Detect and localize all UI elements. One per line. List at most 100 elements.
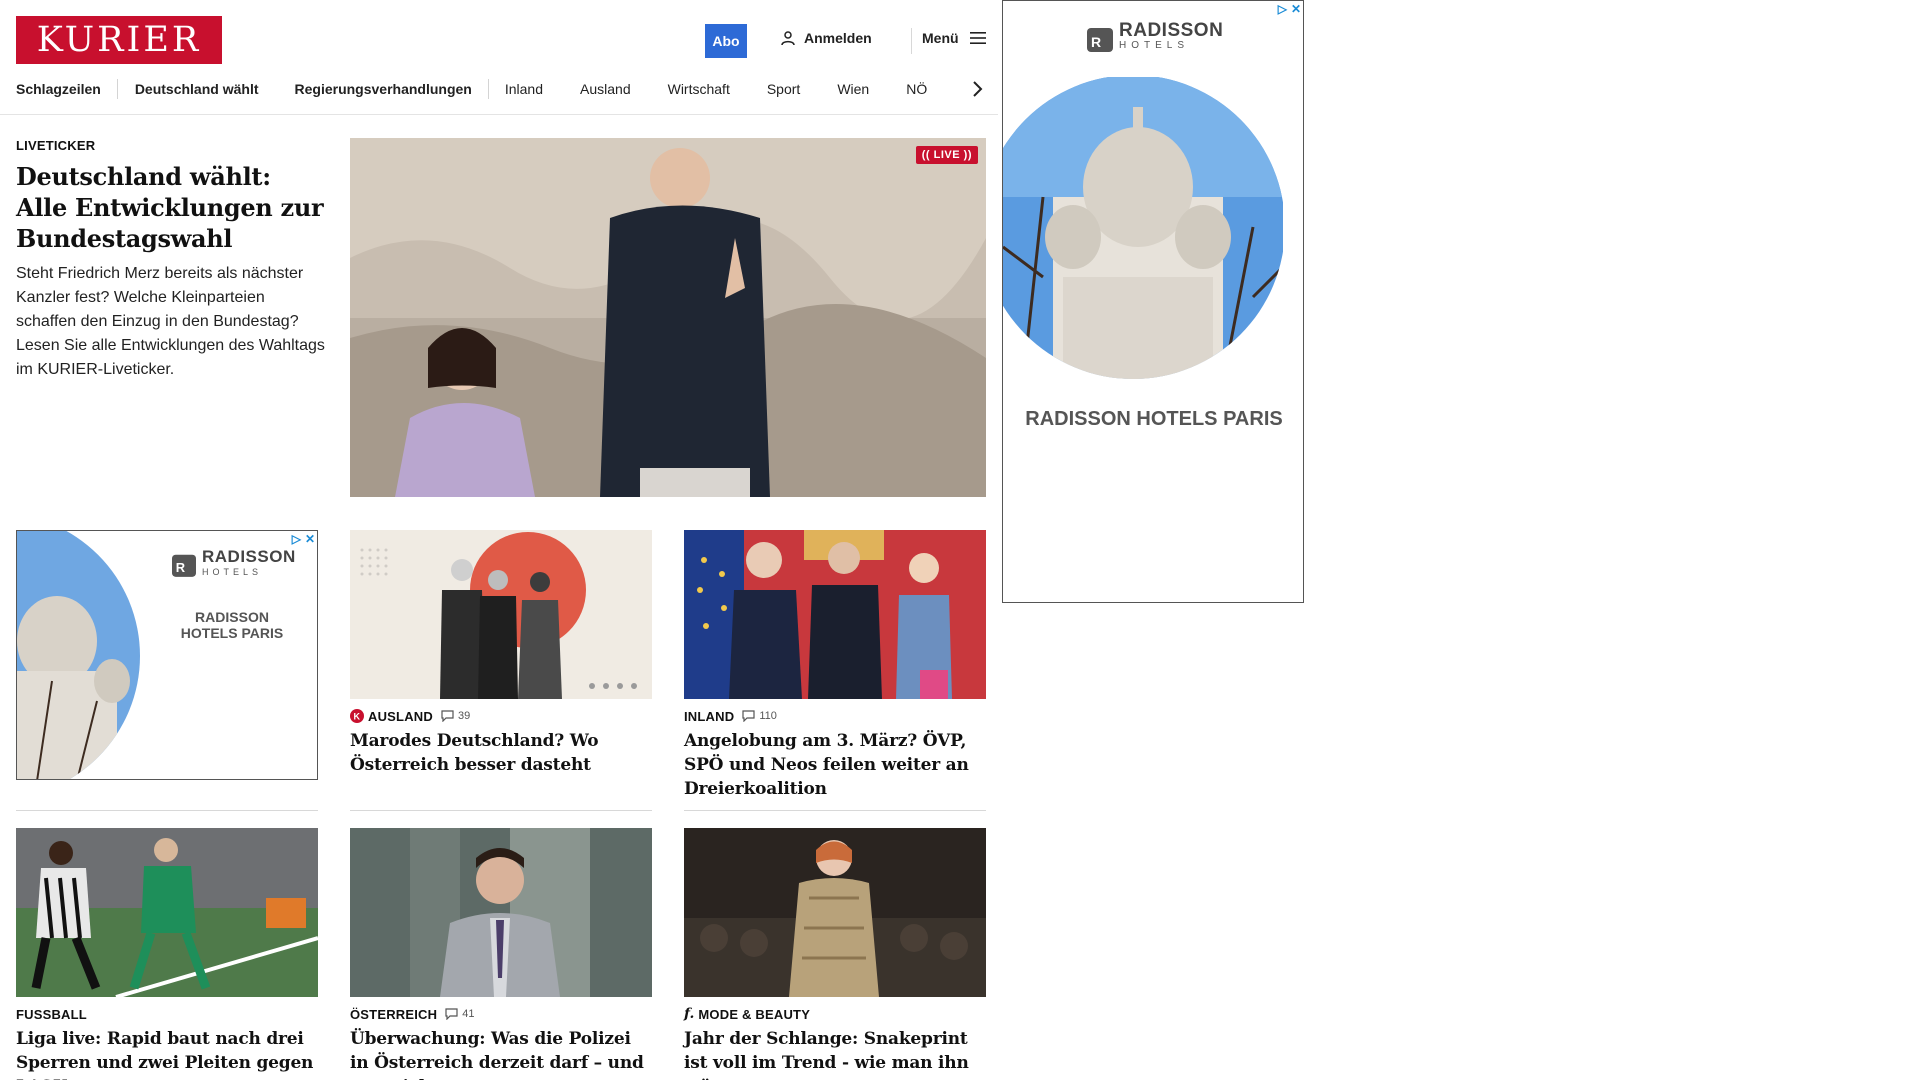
radisson-logo-icon: R bbox=[1087, 27, 1113, 52]
hero-photo bbox=[350, 138, 986, 497]
ad-brand-sub: HOTELS bbox=[1119, 40, 1190, 51]
hero-image[interactable]: (( LIVE )) bbox=[350, 138, 986, 497]
article-kicker: AUSLAND bbox=[368, 708, 433, 724]
article-meta: ÖSTERREICH 41 bbox=[350, 1005, 652, 1023]
nav-item-wien[interactable]: Wien bbox=[837, 81, 869, 97]
article-meta: INLAND 110 bbox=[684, 707, 986, 725]
adchoices-icon[interactable]: ▷ bbox=[292, 532, 301, 546]
close-icon[interactable]: ✕ bbox=[1291, 2, 1301, 16]
article-title[interactable]: Überwachung: Was die Polizei in Österrei… bbox=[350, 1027, 652, 1080]
nav-item-inland[interactable]: Inland bbox=[505, 81, 543, 97]
nav-item-regierungsverhandlungen[interactable]: Regierungsverhandlungen bbox=[295, 81, 472, 97]
hero-title[interactable]: Deutschland wählt: Alle Entwicklungen zu… bbox=[16, 161, 326, 254]
ad-image bbox=[17, 531, 140, 779]
ad-choices[interactable]: ▷ ✕ bbox=[292, 532, 315, 546]
article-photo bbox=[16, 828, 318, 997]
article-title[interactable]: Liga live: Rapid baut nach drei Sperren … bbox=[16, 1027, 318, 1080]
login-button[interactable]: Anmelden bbox=[780, 30, 872, 46]
article-image[interactable] bbox=[350, 530, 652, 699]
article-card[interactable]: INLAND 110 Angelobung am 3. März? ÖVP, S… bbox=[684, 530, 986, 801]
kurier-plus-icon: K bbox=[350, 709, 364, 723]
ad-brand-name: RADISSON bbox=[202, 547, 296, 566]
article-meta: K AUSLAND 39 bbox=[350, 707, 652, 725]
hamburger-icon bbox=[969, 32, 986, 44]
svg-text:R: R bbox=[176, 560, 186, 575]
hero-kicker: LIVETICKER bbox=[16, 138, 96, 153]
article-card[interactable]: K AUSLAND 39 Marodes Deutschland? Wo Öst… bbox=[350, 530, 652, 777]
svg-text:R: R bbox=[1091, 34, 1101, 50]
chevron-right-icon[interactable] bbox=[970, 79, 984, 99]
ad-choices[interactable]: ▷ ✕ bbox=[1278, 2, 1301, 16]
nav-item-wirtschaft[interactable]: Wirtschaft bbox=[668, 81, 730, 97]
article-meta: FUSSBALL bbox=[16, 1005, 318, 1023]
ad-image bbox=[1003, 77, 1283, 379]
ad-headline[interactable]: RADISSON HOTELS PARIS bbox=[172, 609, 292, 641]
comment-count[interactable]: 41 bbox=[445, 1008, 474, 1020]
header-divider bbox=[911, 28, 912, 54]
hero-article[interactable]: LIVETICKER Deutschland wählt: Alle Entwi… bbox=[16, 138, 326, 382]
login-label: Anmelden bbox=[804, 30, 872, 46]
close-icon[interactable]: ✕ bbox=[305, 532, 315, 546]
article-photo bbox=[350, 828, 652, 997]
ad-brand-sub: HOTELS bbox=[202, 567, 263, 577]
abo-button[interactable]: Abo bbox=[705, 24, 747, 58]
live-label: LIVE bbox=[933, 149, 961, 161]
ad-brand-name: RADISSON bbox=[1119, 20, 1224, 41]
article-image[interactable] bbox=[350, 828, 652, 997]
nav-item-deutschland-waehlt[interactable]: Deutschland wählt bbox=[135, 81, 259, 97]
adchoices-icon[interactable]: ▷ bbox=[1278, 2, 1287, 16]
site-header: KURIER Abo Anmelden Menü Schlagzeilen De… bbox=[0, 0, 998, 115]
freizeit-icon: f. bbox=[684, 1006, 695, 1022]
article-meta: f. MODE & BEAUTY bbox=[684, 1005, 986, 1023]
article-title[interactable]: Marodes Deutschland? Wo Österreich besse… bbox=[350, 729, 652, 777]
ad-brand: R RADISSON HOTELS bbox=[1087, 21, 1223, 52]
article-card[interactable]: ÖSTERREICH 41 Überwachung: Was die Poliz… bbox=[350, 828, 652, 1080]
ad-headline[interactable]: RADISSON HOTELS PARIS bbox=[1003, 408, 1303, 430]
article-image[interactable] bbox=[684, 530, 986, 699]
row-divider bbox=[684, 810, 986, 811]
comment-icon bbox=[742, 710, 755, 722]
menu-label: Menü bbox=[922, 30, 959, 46]
article-kicker: ÖSTERREICH bbox=[350, 1006, 438, 1022]
article-photo bbox=[684, 530, 986, 699]
inline-ad[interactable]: ▷ ✕ R RADISSON HOTELS RADISSON HOTELS PA… bbox=[16, 530, 318, 780]
nav-item-noe[interactable]: NÖ bbox=[906, 81, 927, 97]
radisson-logo-icon: R bbox=[172, 554, 196, 577]
article-title[interactable]: Angelobung am 3. März? ÖVP, SPÖ und Neos… bbox=[684, 729, 986, 801]
comment-count-value: 39 bbox=[457, 710, 471, 722]
main-navigation: Schlagzeilen Deutschland wählt Regierung… bbox=[16, 76, 996, 102]
live-badge: (( LIVE )) bbox=[915, 146, 978, 164]
article-kicker: FUSSBALL bbox=[16, 1006, 87, 1022]
menu-button[interactable]: Menü bbox=[922, 30, 987, 46]
row-divider bbox=[350, 810, 652, 811]
comment-count-value: 41 bbox=[462, 1008, 475, 1020]
kurier-logo[interactable]: KURIER bbox=[16, 16, 222, 64]
article-image[interactable] bbox=[16, 828, 318, 997]
logo-text: KURIER bbox=[36, 20, 202, 60]
nav-item-schlagzeilen[interactable]: Schlagzeilen bbox=[16, 81, 101, 97]
user-icon bbox=[781, 31, 795, 46]
row-divider bbox=[16, 810, 318, 811]
article-kicker: MODE & BEAUTY bbox=[698, 1006, 811, 1022]
nav-divider bbox=[116, 79, 118, 99]
article-kicker: INLAND bbox=[684, 708, 735, 724]
article-photo bbox=[684, 828, 986, 997]
nav-item-ausland[interactable]: Ausland bbox=[580, 81, 631, 97]
article-card[interactable]: FUSSBALL Liga live: Rapid baut nach drei… bbox=[16, 828, 318, 1080]
hero-lead: Steht Friedrich Merz bereits als nächste… bbox=[16, 265, 325, 378]
nav-divider bbox=[487, 79, 489, 99]
live-icon: (( bbox=[921, 149, 931, 161]
comment-count[interactable]: 110 bbox=[742, 710, 777, 722]
comment-icon bbox=[445, 1008, 458, 1020]
svg-text:K: K bbox=[354, 712, 361, 722]
comment-count-value: 110 bbox=[759, 710, 777, 722]
article-title[interactable]: Jahr der Schlange: Snakeprint ist voll i… bbox=[684, 1027, 986, 1080]
article-card[interactable]: f. MODE & BEAUTY Jahr der Schlange: Snak… bbox=[684, 828, 986, 1080]
comment-count[interactable]: 39 bbox=[441, 710, 470, 722]
ad-brand: R RADISSON HOTELS bbox=[172, 547, 296, 578]
article-image[interactable] bbox=[684, 828, 986, 997]
sidebar-ad[interactable]: ▷ ✕ R RADISSON HOTELS RADISSON HOTELS PA… bbox=[1002, 0, 1304, 603]
comment-icon bbox=[441, 710, 454, 722]
article-photo bbox=[350, 530, 652, 699]
nav-item-sport[interactable]: Sport bbox=[767, 81, 800, 97]
